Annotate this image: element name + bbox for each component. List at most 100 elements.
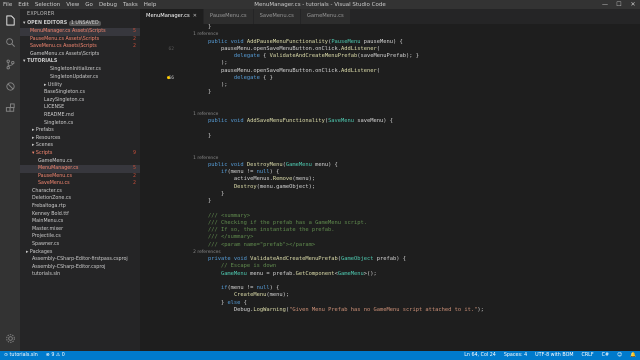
code-line[interactable]: } [140,89,640,96]
code-line[interactable]: 66 ● delegate { } [140,75,640,82]
file-tree-item[interactable]: Character.cs [20,188,140,196]
code-line[interactable] [140,126,640,133]
file-tree-item[interactable]: Singleton.cs [20,120,140,128]
tab-menumanager-cs[interactable]: MenuManager.cs ✕ [140,9,204,24]
notifications-bell-icon[interactable]: 🔔 [626,353,640,358]
code-line[interactable]: 1 reference [140,111,640,118]
file-tree-item[interactable]: ▾ Scripts 9 [20,150,140,158]
maximize-button[interactable]: ☐ [612,0,626,9]
problems-indicator[interactable]: ⊗ 9 ⚠ 0 [42,353,69,358]
file-tree-item[interactable]: MainMenu.cs [20,218,140,226]
code-line[interactable]: ); [140,60,640,67]
file-tree-item[interactable]: ▸ Utility [20,82,140,90]
debug-icon[interactable] [0,75,20,97]
file-tree-item[interactable]: GameMenu.cs [20,158,140,166]
tab-gamemenu-cs[interactable]: GameMenu.cs [300,9,351,24]
code-line[interactable]: Destroy(menu.gameObject); [140,184,640,191]
code-line[interactable]: /// If so, then instantiate the prefab. [140,227,640,234]
menu-item-debug[interactable]: Debug [96,2,120,8]
file-tree-item[interactable]: Spawner.cs [20,241,140,249]
code-line[interactable]: ); [140,82,640,89]
code-line[interactable]: /// <param name="prefab"></param> [140,242,640,249]
menu-item-selection[interactable]: Selection [32,2,63,8]
code-line[interactable]: private void ValidateAndCreateMenuPrefab… [140,256,640,263]
file-tree-item[interactable]: ▸ Prefabs [20,127,140,135]
code-line[interactable]: // Escape is down [140,263,640,270]
settings-gear-icon[interactable] [0,327,20,349]
code-line[interactable]: CreateMenu(menu); [140,292,640,299]
file-tree-item[interactable]: DeletionZone.cs [20,195,140,203]
lightbulb-icon[interactable]: ● [167,75,170,82]
open-editor-item[interactable]: MenuManager.cs Assets\Scripts 5 [20,28,140,36]
file-tree-item[interactable]: SaveMenu.cs 2 [20,180,140,188]
code-line[interactable]: /// </summary> [140,234,640,241]
encoding[interactable]: UTF-8 with BOM [531,353,577,358]
menu-item-help[interactable]: Help [141,2,160,8]
search-icon[interactable] [0,31,20,53]
code-line[interactable]: Debug.LogWarning("Given Menu Prefab has … [140,307,640,314]
close-tab-icon[interactable]: ✕ [193,9,197,24]
source-control-icon[interactable] [0,53,20,75]
code-line[interactable]: activeMenus.Remove(menu); [140,176,640,183]
code-line[interactable]: 2 references [140,249,640,256]
code-line[interactable] [140,97,640,104]
file-tree-item[interactable]: tutorials.sln [20,271,140,279]
code-line[interactable]: } [140,198,640,205]
cursor-position[interactable]: Ln 64, Col 24 [460,353,500,358]
code-line[interactable]: delegate { ValidateAndCreateMenuPrefab(s… [140,53,640,60]
extensions-icon[interactable] [0,97,20,119]
file-tree-item[interactable]: SingletonInitializer.cs [20,66,140,74]
code-line[interactable] [140,205,640,212]
feedback-icon[interactable]: ☺ [613,353,626,358]
code-line[interactable] [140,140,640,147]
open-editor-item[interactable]: SaveMenu.cs Assets\Scripts 2 [20,43,140,51]
menu-item-tasks[interactable]: Tasks [120,2,141,8]
file-tree-item[interactable]: LICENSE [20,104,140,112]
language-mode[interactable]: C# [598,353,613,358]
menu-item-edit[interactable]: Edit [15,2,32,8]
code-line[interactable]: public void AddPauseMenuFunctionality(Pa… [140,39,640,46]
file-tree-item[interactable]: Master.mixer [20,226,140,234]
code-line[interactable]: /// <summary> [140,213,640,220]
minimize-button[interactable]: — [598,0,612,9]
code-line[interactable]: pauseMenu.openSaveMenuButton.onClick.Add… [140,68,640,75]
tab-pausemenu-cs[interactable]: PauseMenu.cs [203,9,254,24]
file-tree-item[interactable]: Kenney Bold.ttf [20,211,140,219]
file-tree-item[interactable]: Projectile.cs [20,233,140,241]
code-line[interactable]: public void AddSaveMenuFunctionality(Sav… [140,118,640,125]
open-editors-header[interactable]: ▾ OPEN EDITORS 1 UNSAVED [20,20,140,28]
code-line[interactable]: public void DestroyMenu(GameMenu menu) { [140,162,640,169]
file-tree-item[interactable]: Frebaltoga.rtp [20,203,140,211]
code-line[interactable] [140,104,640,111]
file-tree-item[interactable]: PauseMenu.cs 2 [20,173,140,181]
open-editor-item[interactable]: GameMenu.cs Assets\Scripts [20,51,140,59]
file-tree-item[interactable]: ▸ Resources [20,135,140,143]
code-line[interactable]: GameMenu menu = prefab.GetComponent<Game… [140,271,640,278]
code-line[interactable] [140,147,640,154]
close-window-button[interactable]: ✕ [626,0,640,9]
file-tree-item[interactable]: ▸ Packages [20,249,140,257]
code-line[interactable]: if(menu != null) { [140,169,640,176]
indentation[interactable]: Spaces: 4 [500,353,531,358]
tutorials-header[interactable]: ▾ TUTORIALS [20,58,140,66]
code-line[interactable]: 62 pauseMenu.openSaveMenuButton.onClick.… [140,46,640,53]
line-ending[interactable]: CRLF [578,353,598,358]
menu-item-file[interactable]: File [0,2,15,8]
file-tree-item[interactable]: README.md [20,112,140,120]
code-line[interactable]: } [140,133,640,140]
open-editor-item[interactable]: PauseMenu.cs Assets\Scripts 2 [20,36,140,44]
file-tree-item[interactable]: LazySingleton.cs [20,97,140,105]
explorer-icon[interactable] [0,9,20,31]
menu-item-view[interactable]: View [63,2,82,8]
menu-item-go[interactable]: Go [82,2,96,8]
code-line[interactable]: /// Checking if the prefab has a GameMen… [140,220,640,227]
file-tree-item[interactable]: Assembly-CSharp-Editor.csproj [20,264,140,272]
code-line[interactable]: if(menu != null) { [140,285,640,292]
tab-savemenu-cs[interactable]: SaveMenu.cs [253,9,301,24]
code-line[interactable] [140,278,640,285]
code-line[interactable]: } else { [140,300,640,307]
code-editor[interactable]: } 1 reference public void AddPauseMenuFu… [140,24,640,351]
code-line[interactable]: } [140,24,640,31]
file-tree-item[interactable]: ▸ Scenes [20,142,140,150]
solution-indicator[interactable]: ⊙ tutorials.sln [0,353,42,358]
